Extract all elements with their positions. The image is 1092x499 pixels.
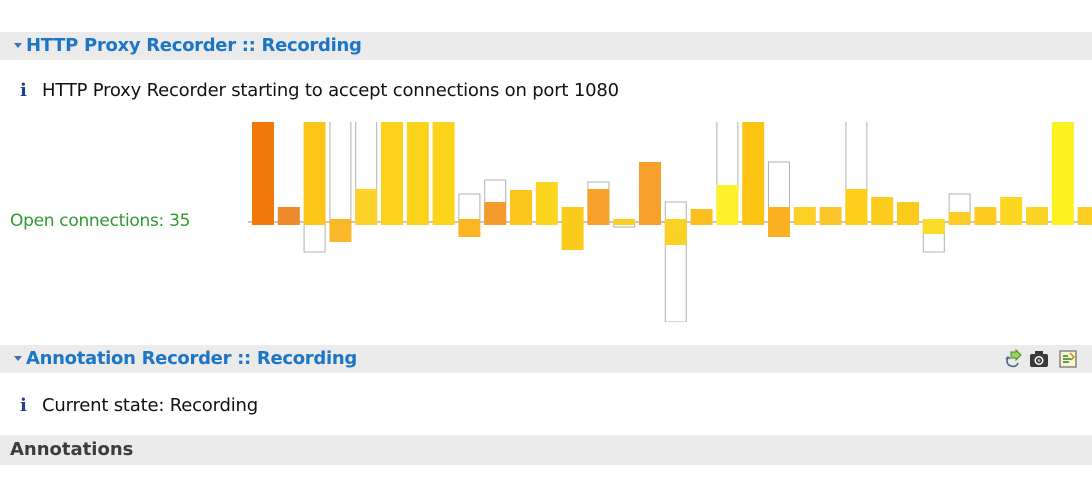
connection-bar [974,207,997,222]
connection-bar [381,122,403,222]
connection-bar [639,222,661,225]
connection-bar [819,207,842,222]
connection-bar [768,207,790,222]
connection-bar [510,190,532,222]
connection-bar [742,122,765,222]
connection-bar [716,185,739,222]
connection-bar [484,222,507,225]
http-proxy-title: HTTP Proxy Recorder :: Recording [26,35,362,56]
connection-bar [922,222,945,234]
connection-bar [793,207,816,222]
connection-bar [1026,207,1048,222]
connection-bar [406,122,429,222]
connection-bar [613,219,636,222]
connection-bar [1051,222,1074,225]
connection-bar [355,222,378,225]
connection-bar [587,189,610,222]
connection-bar-outline [303,221,326,253]
connection-bar [458,222,481,237]
connection-bar [1000,197,1023,222]
connection-bar [484,202,507,222]
chevron-down-icon[interactable] [14,356,22,361]
connection-bar [252,122,274,222]
http-proxy-header[interactable]: HTTP Proxy Recorder :: Recording [0,32,1092,60]
connection-bar [535,182,558,222]
connection-bar [406,222,429,225]
connection-bar [329,222,352,242]
connections-chart [248,122,1092,322]
info-icon: i [20,80,27,101]
connection-bar [432,122,455,222]
connection-bar [561,222,584,250]
annotations-title: Annotations [10,439,134,460]
http-proxy-info-row: i HTTP Proxy Recorder starting to accept… [0,78,1092,104]
annotation-info-row: i Current state: Recording [0,393,1092,419]
connection-bar [845,189,868,222]
connection-bar [690,209,713,222]
info-icon: i [20,395,27,416]
connection-bar [819,222,842,225]
annotation-settings-icon[interactable] [1057,348,1079,370]
connection-bar [897,222,919,225]
http-proxy-info-message: HTTP Proxy Recorder starting to accept c… [42,80,619,101]
connection-bar [716,222,739,225]
connection-bar [948,212,971,222]
connection-bar [664,222,687,245]
connection-bar [664,219,687,222]
chevron-down-icon[interactable] [14,43,22,48]
add-annotation-icon[interactable] [1003,348,1025,370]
connection-bar [1077,207,1092,222]
connection-bar [561,207,584,222]
connection-bar [639,162,661,222]
connection-bar [381,222,403,225]
open-connections-label: Open connections: 35 [10,211,191,231]
connection-bar [948,222,971,225]
connection-bar [535,222,558,225]
connection-bar [845,222,868,225]
screenshot-camera-icon[interactable] [1028,348,1050,370]
connection-bar-outline [458,193,481,223]
connection-bar [871,222,894,225]
connection-bar [742,222,765,225]
connection-bar [871,197,894,222]
annotation-recorder-title: Annotation Recorder :: Recording [26,348,357,369]
connection-bar [1077,222,1092,225]
connection-bar [303,222,326,225]
connection-bar [510,222,532,225]
connection-bar [587,222,610,225]
connection-bar [303,122,326,222]
connection-bar [768,222,790,237]
connection-bar [458,219,481,222]
connection-bar-outline [329,122,352,223]
connection-bar [1000,222,1023,225]
connection-bar [355,189,378,222]
connection-bar [277,222,300,225]
connection-bar [922,219,945,222]
connection-bar [432,222,455,225]
connection-bar [277,207,300,222]
connection-bar [1026,222,1048,225]
connection-bar [613,222,636,225]
connection-bar [897,202,919,222]
annotations-header[interactable]: Annotations [0,435,1092,465]
connection-bar [329,219,352,222]
annotation-info-message: Current state: Recording [42,395,258,416]
connection-bar [793,222,816,225]
connection-bar [1051,122,1074,222]
annotation-recorder-header[interactable]: Annotation Recorder :: Recording [0,345,1092,373]
connection-bar [252,222,274,225]
connection-bar [690,222,713,225]
connection-bar [974,222,997,225]
